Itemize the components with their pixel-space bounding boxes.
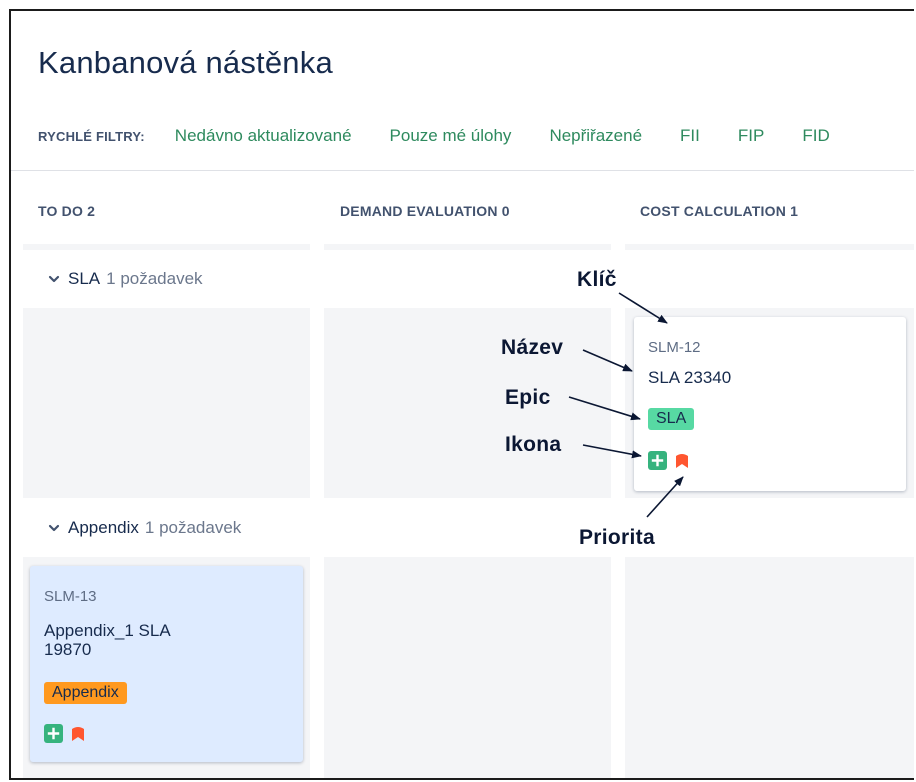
filter-only-my-issues[interactable]: Pouze mé úlohy <box>390 126 512 146</box>
column-name: TO DO <box>38 203 84 219</box>
filter-unassigned[interactable]: Nepřiřazené <box>549 126 642 146</box>
filter-fii[interactable]: FII <box>680 126 700 146</box>
filter-recently-updated[interactable]: Nedávno aktualizované <box>175 126 352 146</box>
column-count: 2 <box>87 203 96 219</box>
swimlane-name: Appendix <box>68 518 139 537</box>
column-strip-todo <box>23 244 310 250</box>
issue-key: SLM-12 <box>648 339 701 356</box>
column-header-demand-evaluation: DEMAND EVALUATION 0 <box>340 203 510 219</box>
priority-bookmark-icon <box>72 727 84 741</box>
filter-fip[interactable]: FIP <box>738 126 764 146</box>
swimlane-name: SLA <box>68 269 101 288</box>
issue-summary-line: 19870 <box>44 640 92 659</box>
priority-bookmark-icon <box>676 454 688 468</box>
column-strip-cost <box>625 244 914 250</box>
epic-label: SLA <box>648 408 695 430</box>
column-strip-demand <box>324 244 611 250</box>
annotation-name: Název <box>501 336 564 359</box>
chevron-down-icon <box>47 272 61 286</box>
annotation-epic: Epic <box>505 386 551 409</box>
filter-fid[interactable]: FID <box>802 126 829 146</box>
swimlane-count: 1 požadavek <box>106 269 203 288</box>
swimlane-header-appendix[interactable]: Appendix 1 požadavek <box>47 518 241 538</box>
column-name: DEMAND EVALUATION <box>340 203 498 219</box>
issue-summary: SLA 23340 <box>648 368 732 387</box>
swimlane-header-sla[interactable]: SLA 1 požadavek <box>47 269 203 289</box>
issue-key: SLM-13 <box>44 588 97 605</box>
column-count: 1 <box>790 203 799 219</box>
issue-card-slm-13[interactable]: SLM-13 Appendix_1 SLA 19870 Appendix <box>30 566 303 762</box>
board-frame: Kanbanová nástěnka RYCHLÉ FILTRY: Nedávn… <box>9 9 914 780</box>
page-title: Kanbanová nástěnka <box>38 45 333 80</box>
cell-appendix-demand <box>324 557 611 778</box>
column-name: COST CALCULATION <box>640 203 787 219</box>
quick-filters-label: RYCHLÉ FILTRY: <box>38 128 145 144</box>
annotation-icon: Ikona <box>505 433 562 456</box>
issue-summary: Appendix_1 SLA 19870 <box>44 621 171 659</box>
epic-label: Appendix <box>44 682 127 704</box>
plus-square-icon <box>44 724 63 743</box>
quick-filters: RYCHLÉ FILTRY: Nedávno aktualizované Pou… <box>38 124 868 148</box>
chevron-down-icon <box>47 521 61 535</box>
cell-appendix-cost <box>625 557 914 778</box>
issue-card-slm-12[interactable]: SLM-12 SLA 23340 SLA <box>634 317 906 491</box>
plus-square-icon <box>648 451 667 470</box>
issue-summary-line: Appendix_1 SLA <box>44 621 171 640</box>
cell-sla-demand <box>324 308 611 498</box>
column-header-todo: TO DO 2 <box>38 203 95 219</box>
column-header-cost-calculation: COST CALCULATION 1 <box>640 203 798 219</box>
cell-sla-todo <box>23 308 310 498</box>
header-divider <box>11 170 914 171</box>
swimlane-count: 1 požadavek <box>144 518 242 537</box>
annotation-priority: Priorita <box>579 526 655 549</box>
annotation-key: Klíč <box>577 268 617 291</box>
column-count: 0 <box>501 203 510 219</box>
